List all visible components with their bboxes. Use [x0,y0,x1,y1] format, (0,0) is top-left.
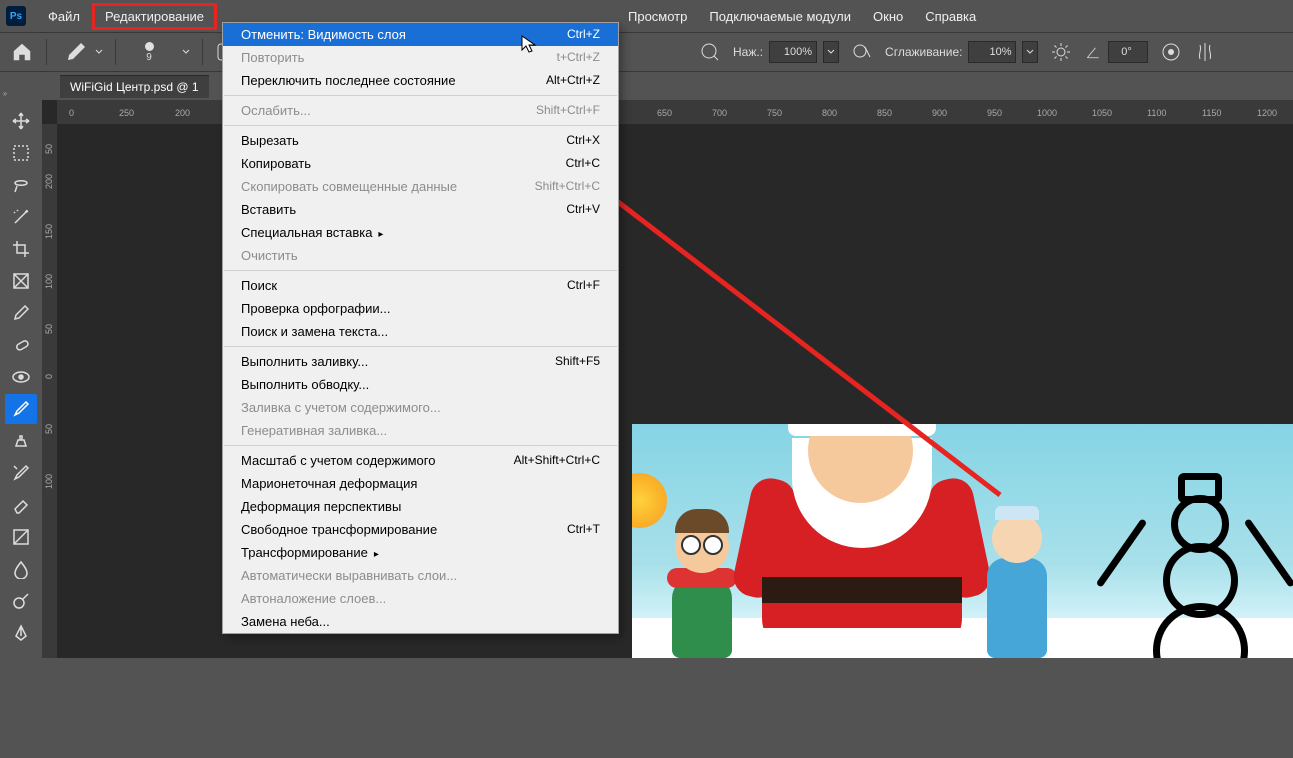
brush-tool[interactable] [5,394,37,424]
options-bar: 9 Наж.: 100% Сглаживание: 10% 0° [0,32,1293,72]
menu-help[interactable]: Справка [915,3,986,30]
lasso-tool[interactable] [5,170,37,200]
pressure-opacity-group: Наж.: 100% [733,41,839,63]
ruler-vertical[interactable]: 5020015010050050100 [42,124,57,658]
home-button[interactable] [10,41,34,63]
menu-item[interactable]: Проверка орфографии... [223,297,618,320]
airbrush-icon[interactable] [699,41,721,63]
pressure-size-icon[interactable] [1160,41,1182,63]
menu-item: Повторить t+Ctrl+Z [223,46,618,69]
clone-stamp-tool[interactable] [5,426,37,456]
menu-item[interactable]: Отменить: Видимость слояCtrl+Z [223,23,618,46]
chevron-down-icon[interactable] [182,48,190,56]
magic-wand-tool[interactable] [5,202,37,232]
smoothing-input[interactable]: 10% [968,41,1016,63]
pressure-input[interactable]: 100% [769,41,817,63]
panel-expand-handle[interactable]: » [0,86,10,100]
menu-item[interactable]: Замена неба... [223,610,618,633]
menu-item: Ослабить...Shift+Ctrl+F [223,99,618,122]
symmetry-icon[interactable] [1194,41,1216,63]
pressure-dropdown[interactable] [823,41,839,63]
menu-edit[interactable]: Редактирование [92,3,217,30]
smoothing-dropdown[interactable] [1022,41,1038,63]
menu-item[interactable]: ВырезатьCtrl+X [223,129,618,152]
menu-item[interactable]: КопироватьCtrl+C [223,152,618,175]
menu-view[interactable]: Просмотр [618,3,697,30]
menu-item[interactable]: Масштаб с учетом содержимогоAlt+Shift+Ct… [223,449,618,472]
tools-panel [0,100,42,658]
menu-item[interactable]: Выполнить заливку...Shift+F5 [223,350,618,373]
angle-input[interactable]: 0° [1108,41,1148,63]
crop-tool[interactable] [5,234,37,264]
menu-item: Автоматически выравнивать слои... [223,564,618,587]
menu-item[interactable]: Трансформирование [223,541,618,564]
angle-group: 0° [1084,41,1148,63]
edit-menu-dropdown: Отменить: Видимость слояCtrl+ZПовторить … [222,22,619,634]
menu-item[interactable]: Марионеточная деформация [223,472,618,495]
marquee-tool[interactable] [5,138,37,168]
red-eye-tool[interactable] [5,362,37,392]
smoothing-label: Сглаживание: [885,45,962,59]
menu-item: Заливка с учетом содержимого... [223,396,618,419]
document-image [632,424,1293,658]
eraser-tool[interactable] [5,490,37,520]
gradient-tool[interactable] [5,522,37,552]
menu-item[interactable]: ПоискCtrl+F [223,274,618,297]
menu-item[interactable]: Выполнить обводку... [223,373,618,396]
blur-tool[interactable] [5,554,37,584]
menu-item[interactable]: ВставитьCtrl+V [223,198,618,221]
smoothing-group: Сглаживание: 10% [885,41,1038,63]
frame-tool[interactable] [5,266,37,296]
menu-item[interactable]: Переключить последнее состояниеAlt+Ctrl+… [223,69,618,92]
spot-heal-tool[interactable] [5,330,37,360]
move-tool[interactable] [5,106,37,136]
eyedropper-tool[interactable] [5,298,37,328]
menu-item[interactable]: Специальная вставка [223,221,618,244]
menu-item: Скопировать совмещенные данныеShift+Ctrl… [223,175,618,198]
document-tab[interactable]: WiFiGid Центр.psd @ 1 [60,75,209,98]
menu-item: Генеративная заливка... [223,419,618,442]
history-brush-tool[interactable] [5,458,37,488]
angle-icon [1084,43,1102,61]
chevron-down-icon[interactable] [95,48,103,56]
menu-item: Автоналожение слоев... [223,587,618,610]
menu-item[interactable]: Деформация перспективы [223,495,618,518]
menu-item: Очистить [223,244,618,267]
dodge-tool[interactable] [5,586,37,616]
menu-item[interactable]: Свободное трансформированиеCtrl+T [223,518,618,541]
gear-icon[interactable] [1050,41,1072,63]
menu-plugins[interactable]: Подключаемые модули [699,3,861,30]
document-tabs: WiFiGid Центр.psd @ 1 [0,72,1293,100]
menu-window[interactable]: Окно [863,3,913,30]
pen-tool[interactable] [5,618,37,648]
menubar: Ps Файл Редактирование Просмотр Подключа… [0,0,1293,32]
menu-file[interactable]: Файл [38,3,90,30]
pressure-toggle-icon[interactable] [851,41,873,63]
brush-size-preview[interactable]: 9 [128,36,170,68]
menu-item[interactable]: Поиск и замена текста... [223,320,618,343]
brush-tool-icon[interactable] [59,40,89,65]
app-logo[interactable]: Ps [6,6,26,26]
pressure-label: Наж.: [733,45,763,59]
